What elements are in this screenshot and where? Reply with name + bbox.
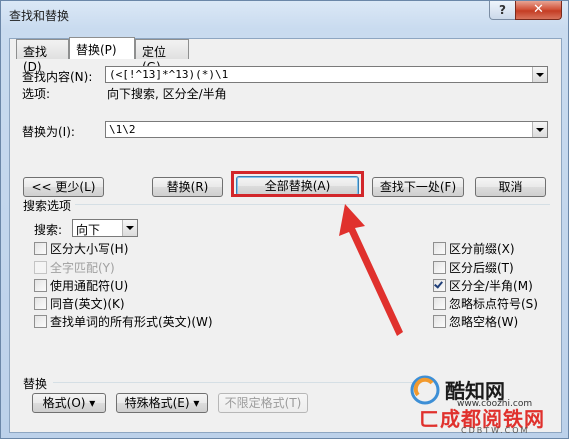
chevron-down-icon xyxy=(536,127,544,132)
search-options-divider xyxy=(75,204,550,205)
find-input[interactable]: (<[!^13]*^13)(*)\1 xyxy=(105,66,548,83)
whole-word-label: 全字匹配(Y) xyxy=(50,261,115,275)
search-direction-dropdown[interactable] xyxy=(122,220,137,236)
close-icon: ✕ xyxy=(533,2,544,17)
options-value: 向下搜索, 区分全/半角 xyxy=(107,87,227,101)
replace-input[interactable]: \1\2 xyxy=(105,121,548,138)
match-width-checkbox[interactable] xyxy=(433,279,446,292)
match-suffix-label: 区分后缀(T) xyxy=(449,261,514,275)
replace-section-title: 替换 xyxy=(23,377,48,391)
find-dropdown-button[interactable] xyxy=(532,67,547,82)
match-prefix-checkbox[interactable] xyxy=(433,242,446,255)
whole-word-checkbox[interactable] xyxy=(34,261,47,274)
replace-section-divider xyxy=(53,382,413,383)
sounds-like-checkbox[interactable] xyxy=(34,297,47,310)
wildcards-label: 使用通配符(U) xyxy=(50,279,129,293)
find-next-button[interactable]: 查找下一处(F) xyxy=(372,177,464,197)
replace-label: 替换为(I): xyxy=(22,125,75,139)
match-case-checkbox[interactable] xyxy=(34,242,47,255)
help-button[interactable]: ? xyxy=(489,1,516,20)
match-case-label: 区分大小写(H) xyxy=(50,242,129,256)
check-icon xyxy=(434,279,443,289)
tab-goto[interactable]: 定位(G) xyxy=(135,39,189,74)
tab-find[interactable]: 查找(D) xyxy=(16,39,69,74)
ignore-space-checkbox[interactable] xyxy=(433,315,446,328)
coozhi-logo-icon xyxy=(410,375,440,405)
all-word-forms-label: 查找单词的所有形式(英文)(W) xyxy=(50,315,213,329)
chevron-down-icon xyxy=(126,226,134,230)
search-options-title: 搜索选项 xyxy=(23,199,72,213)
match-width-label: 区分全/半角(M) xyxy=(449,279,533,293)
highlight-box xyxy=(231,171,364,197)
watermark-url-2: CDBTW.COM xyxy=(461,426,530,435)
all-word-forms-checkbox[interactable] xyxy=(34,315,47,328)
ignore-punctuation-checkbox[interactable] xyxy=(433,297,446,310)
dialog-body: 查找(D) 替换(P) 定位(G) 查找内容(N): (<[!^13]*^13)… xyxy=(9,37,562,433)
replace-button[interactable]: 替换(R) xyxy=(152,177,223,197)
search-direction-value: 向下 xyxy=(76,223,101,237)
annotation-arrow-icon xyxy=(339,204,403,336)
match-suffix-checkbox[interactable] xyxy=(433,261,446,274)
no-formatting-button[interactable]: 不限定格式(T) xyxy=(218,393,308,413)
cancel-button[interactable]: 取消 xyxy=(475,177,546,197)
special-button[interactable]: 特殊格式(E) ▾ xyxy=(116,393,208,413)
options-label: 选项: xyxy=(22,87,51,101)
tab-replace[interactable]: 替换(P) xyxy=(69,37,135,59)
replace-value: \1\2 xyxy=(109,123,136,136)
ignore-space-label: 忽略空格(W) xyxy=(449,315,519,329)
wildcards-checkbox[interactable] xyxy=(34,279,47,292)
window-title: 查找和替换 xyxy=(9,9,70,23)
sounds-like-label: 同音(英文)(K) xyxy=(50,297,125,311)
ignore-punctuation-label: 忽略标点符号(S) xyxy=(449,297,538,311)
search-direction-select[interactable]: 向下 xyxy=(72,219,138,237)
replace-dropdown-button[interactable] xyxy=(532,122,547,137)
close-button[interactable]: ✕ xyxy=(515,1,562,20)
find-value: (<[!^13]*^13)(*)\1 xyxy=(109,68,229,81)
match-prefix-label: 区分前缀(X) xyxy=(449,242,515,256)
find-label: 查找内容(N): xyxy=(22,70,93,84)
less-button[interactable]: << 更少(L) xyxy=(23,177,104,197)
search-direction-label: 搜索: xyxy=(34,223,63,237)
format-button[interactable]: 格式(O) ▾ xyxy=(32,393,106,413)
chevron-down-icon xyxy=(536,72,544,77)
dialog-window: 查找和替换 ? ✕ 查找(D) 替换(P) 定位(G) 查找内容(N): (<[… xyxy=(0,0,569,439)
